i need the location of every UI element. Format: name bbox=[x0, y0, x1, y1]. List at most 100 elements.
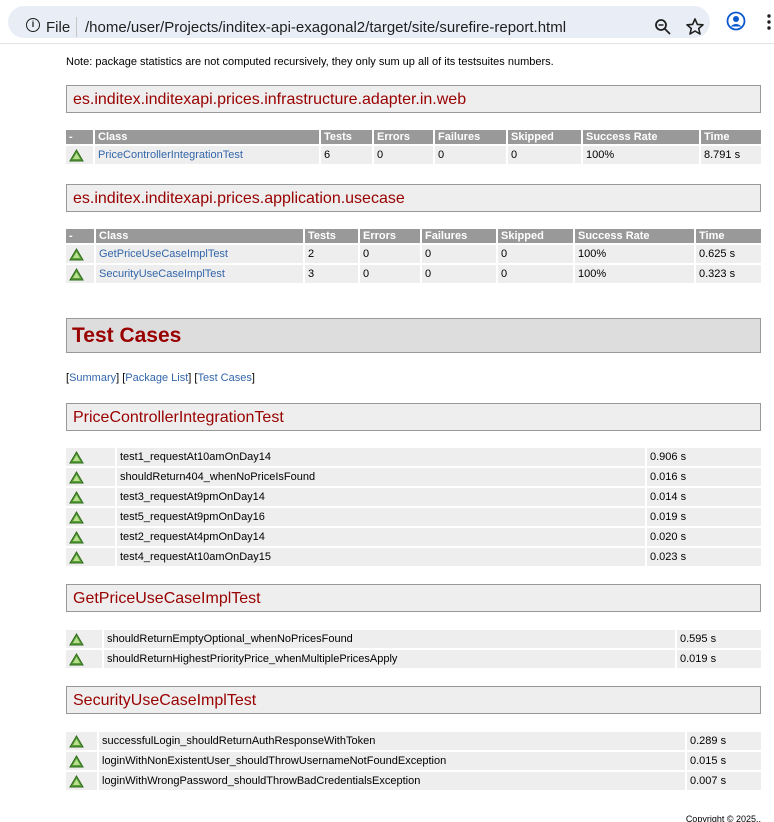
time-cell: 0.625 s bbox=[696, 245, 761, 263]
summary-link[interactable]: Summary bbox=[69, 372, 116, 384]
package-note: Note: package statistics are not compute… bbox=[66, 56, 554, 68]
test-cases-link[interactable]: Test Cases bbox=[197, 372, 251, 384]
package-header: es.inditex.inditexapi.prices.application… bbox=[66, 184, 761, 212]
time-cell: 0.019 s bbox=[647, 508, 761, 526]
table-header-row: - Class Tests Errors Failures Skipped Su… bbox=[66, 229, 761, 243]
time-cell: 0.015 s bbox=[687, 752, 761, 770]
test-name-cell: loginWithNonExistentUser_shouldThrowUser… bbox=[99, 752, 685, 770]
suite-header: SecurityUseCaseImplTest bbox=[66, 686, 761, 714]
suite-header: GetPriceUseCaseImplTest bbox=[66, 584, 761, 612]
status-cell bbox=[66, 630, 102, 648]
success-icon bbox=[69, 774, 84, 787]
column-header: Class bbox=[96, 229, 303, 243]
column-header: Success Rate bbox=[583, 130, 699, 144]
address-divider bbox=[76, 17, 77, 37]
status-cell bbox=[66, 448, 115, 466]
column-header: Errors bbox=[360, 229, 420, 243]
time-cell: 0.906 s bbox=[647, 448, 761, 466]
table-row: test1_requestAt10amOnDay14 0.906 s bbox=[66, 448, 761, 466]
errors-cell: 0 bbox=[360, 265, 420, 283]
test-name-cell: test3_requestAt9pmOnDay14 bbox=[117, 488, 645, 506]
time-cell: 0.020 s bbox=[647, 528, 761, 546]
success-icon bbox=[69, 632, 84, 645]
time-cell: 0.023 s bbox=[647, 548, 761, 566]
success-rate-cell: 100% bbox=[575, 265, 694, 283]
test-name-cell: shouldReturn404_whenNoPriceIsFound bbox=[117, 468, 645, 486]
test-case-table: successfulLogin_shouldReturnAuthResponse… bbox=[64, 730, 763, 792]
time-cell: 0.007 s bbox=[687, 772, 761, 790]
failures-cell: 0 bbox=[422, 245, 496, 263]
status-cell bbox=[66, 548, 115, 566]
time-cell: 0.016 s bbox=[647, 468, 761, 486]
test-name-cell: shouldReturnHighestPriorityPrice_whenMul… bbox=[104, 650, 675, 668]
class-link[interactable]: PriceControllerIntegrationTest bbox=[98, 149, 243, 161]
class-link[interactable]: GetPriceUseCaseImplTest bbox=[99, 248, 228, 260]
table-row: test5_requestAt9pmOnDay16 0.019 s bbox=[66, 508, 761, 526]
browser-toolbar: i File /home/user/Projects/inditex-api-e… bbox=[0, 0, 774, 44]
package-list-link[interactable]: Package List bbox=[125, 372, 188, 384]
column-header: Failures bbox=[422, 229, 496, 243]
success-icon bbox=[69, 734, 84, 747]
success-icon bbox=[69, 470, 84, 483]
zoom-out-icon[interactable] bbox=[654, 18, 672, 36]
column-header: Time bbox=[696, 229, 761, 243]
profile-icon[interactable] bbox=[726, 11, 746, 31]
success-rate-cell: 100% bbox=[583, 146, 699, 164]
success-icon bbox=[69, 530, 84, 543]
table-row: successfulLogin_shouldReturnAuthResponse… bbox=[66, 732, 761, 750]
success-icon bbox=[69, 267, 84, 280]
column-header: Skipped bbox=[508, 130, 581, 144]
status-cell bbox=[66, 752, 97, 770]
bookmark-star-icon[interactable] bbox=[685, 17, 705, 37]
time-cell: 8.791 s bbox=[701, 146, 761, 164]
column-header: Success Rate bbox=[575, 229, 694, 243]
tests-cell: 2 bbox=[305, 245, 358, 263]
column-header: Time bbox=[701, 130, 761, 144]
class-link[interactable]: SecurityUseCaseImplTest bbox=[99, 268, 225, 280]
copyright-text: Copyright © 2025.. bbox=[685, 814, 761, 822]
table-row: shouldReturnHighestPriorityPrice_whenMul… bbox=[66, 650, 761, 668]
time-cell: 0.019 s bbox=[677, 650, 761, 668]
package-header: es.inditex.inditexapi.prices.infrastruct… bbox=[66, 85, 761, 113]
tests-cell: 3 bbox=[305, 265, 358, 283]
failures-cell: 0 bbox=[422, 265, 496, 283]
test-case-table: shouldReturnEmptyOptional_whenNoPricesFo… bbox=[64, 628, 763, 670]
time-cell: 0.289 s bbox=[687, 732, 761, 750]
test-name-cell: successfulLogin_shouldReturnAuthResponse… bbox=[99, 732, 685, 750]
class-cell: PriceControllerIntegrationTest bbox=[95, 146, 319, 164]
test-name-cell: loginWithWrongPassword_shouldThrowBadCre… bbox=[99, 772, 685, 790]
success-rate-cell: 100% bbox=[575, 245, 694, 263]
status-cell bbox=[66, 772, 97, 790]
time-cell: 0.014 s bbox=[647, 488, 761, 506]
test-name-cell: test5_requestAt9pmOnDay16 bbox=[117, 508, 645, 526]
scheme-label: File bbox=[46, 19, 71, 36]
success-icon bbox=[69, 247, 84, 260]
success-icon bbox=[69, 450, 84, 463]
section-nav: [Summary] [Package List] [Test Cases] bbox=[66, 372, 255, 384]
suite-header: PriceControllerIntegrationTest bbox=[66, 403, 761, 431]
status-cell bbox=[66, 732, 97, 750]
status-cell bbox=[66, 245, 94, 263]
test-name-cell: test2_requestAt4pmOnDay14 bbox=[117, 528, 645, 546]
class-cell: SecurityUseCaseImplTest bbox=[96, 265, 303, 283]
address-bar[interactable]: i File /home/user/Projects/inditex-api-e… bbox=[8, 6, 710, 38]
table-row: loginWithNonExistentUser_shouldThrowUser… bbox=[66, 752, 761, 770]
status-cell bbox=[66, 146, 93, 164]
status-cell bbox=[66, 488, 115, 506]
table-row: test3_requestAt9pmOnDay14 0.014 s bbox=[66, 488, 761, 506]
test-name-cell: test4_requestAt10amOnDay15 bbox=[117, 548, 645, 566]
table-row: PriceControllerIntegrationTest 6 0 0 0 1… bbox=[66, 146, 761, 164]
test-case-table: test1_requestAt10amOnDay14 0.906 s shoul… bbox=[64, 446, 763, 568]
errors-cell: 0 bbox=[374, 146, 433, 164]
browser-menu-icon[interactable] bbox=[764, 12, 774, 32]
column-header: Tests bbox=[321, 130, 372, 144]
skipped-cell: 0 bbox=[498, 265, 573, 283]
table-row: shouldReturn404_whenNoPriceIsFound 0.016… bbox=[66, 468, 761, 486]
column-header: Skipped bbox=[498, 229, 573, 243]
url-text[interactable]: /home/user/Projects/inditex-api-exagonal… bbox=[85, 19, 566, 36]
site-info-icon[interactable]: i bbox=[26, 18, 40, 32]
status-cell bbox=[66, 508, 115, 526]
tests-cell: 6 bbox=[321, 146, 372, 164]
column-header: - bbox=[66, 130, 93, 144]
package-summary-table: - Class Tests Errors Failures Skipped Su… bbox=[64, 128, 763, 166]
